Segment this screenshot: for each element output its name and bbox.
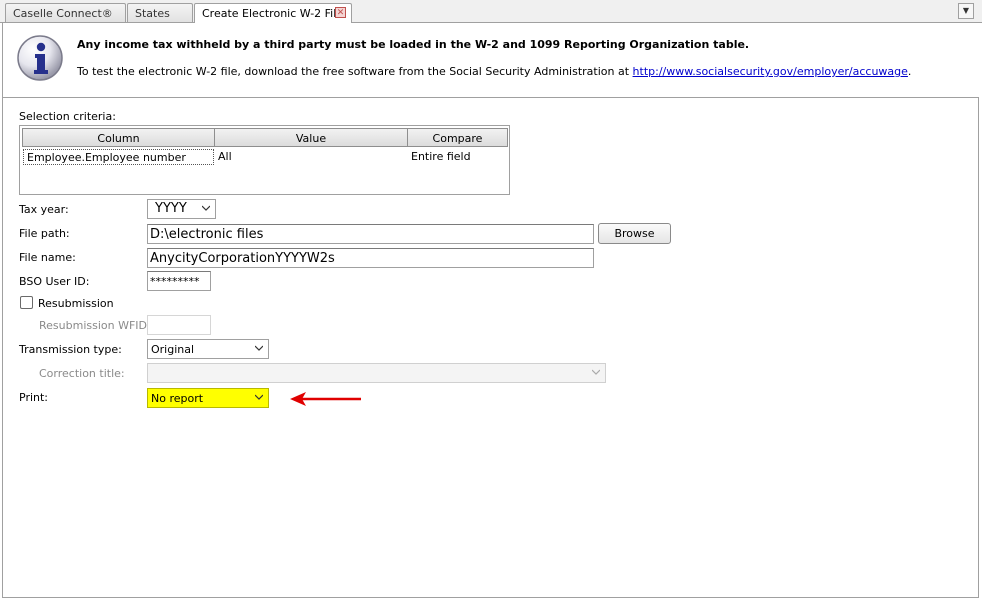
- bso-user-id-input[interactable]: *********: [147, 271, 211, 291]
- resubmission-checkbox[interactable]: [20, 296, 33, 309]
- banner-warning-text: Any income tax withheld by a third party…: [77, 38, 750, 51]
- selection-criteria-label: Selection criteria:: [19, 110, 116, 123]
- tab-states[interactable]: States: [127, 3, 193, 22]
- selection-criteria-grid[interactable]: Column Value Compare Employee.Employee n…: [19, 125, 510, 195]
- grid-cell-column[interactable]: Employee.Employee number: [23, 149, 214, 165]
- info-icon: [17, 35, 63, 81]
- transmission-type-select[interactable]: Original: [147, 339, 269, 359]
- chevron-down-icon: [255, 345, 263, 351]
- tab-label: Caselle Connect®: [13, 7, 113, 20]
- close-icon[interactable]: ✕: [335, 7, 346, 18]
- correction-title-label: Correction title:: [39, 367, 125, 380]
- file-path-input[interactable]: D:\electronic files: [147, 224, 594, 244]
- tab-label: States: [135, 7, 170, 20]
- red-arrow-annotation: [290, 392, 361, 406]
- chevron-down-icon: [255, 394, 263, 400]
- file-name-input[interactable]: AnycityCorporationYYYYW2s: [147, 248, 594, 268]
- resubmission-label[interactable]: Resubmission: [38, 297, 114, 310]
- banner-text-prefix: To test the electronic W-2 file, downloa…: [77, 65, 633, 78]
- tab-list-dropdown-icon[interactable]: ▼: [958, 3, 974, 19]
- file-path-label: File path:: [19, 227, 70, 240]
- resubmission-wfid-input[interactable]: [147, 315, 211, 335]
- transmission-type-value: Original: [151, 343, 195, 356]
- tab-create-electronic-w2-file[interactable]: Create Electronic W-2 File ✕: [194, 3, 352, 23]
- tax-year-value: YYYY: [155, 201, 187, 216]
- banner-text-suffix: .: [907, 65, 912, 78]
- tab-bar: Caselle Connect® States Create Electroni…: [0, 0, 982, 23]
- resubmission-wfid-label: Resubmission WFID:: [39, 319, 151, 332]
- print-value: No report: [151, 392, 204, 405]
- panel-frame: [2, 22, 979, 598]
- chevron-down-icon: [202, 205, 210, 211]
- grid-header-compare[interactable]: Compare: [407, 128, 508, 147]
- print-select[interactable]: No report: [147, 388, 269, 408]
- bso-user-id-label: BSO User ID:: [19, 275, 90, 288]
- grid-cell-value[interactable]: All: [215, 149, 405, 165]
- tax-year-label: Tax year:: [19, 203, 69, 216]
- correction-title-select[interactable]: [147, 363, 606, 383]
- tax-year-select[interactable]: YYYY: [147, 199, 216, 219]
- file-name-label: File name:: [19, 251, 76, 264]
- tab-label: Create Electronic W-2 File: [202, 7, 344, 20]
- grid-cell-compare[interactable]: Entire field: [408, 149, 508, 165]
- browse-button[interactable]: Browse: [598, 223, 671, 244]
- info-banner: Any income tax withheld by a third party…: [3, 23, 979, 98]
- grid-header-value[interactable]: Value: [214, 128, 408, 147]
- transmission-type-label: Transmission type:: [19, 343, 122, 356]
- print-label: Print:: [19, 391, 49, 404]
- chevron-down-icon: [592, 369, 600, 375]
- banner-info-text: To test the electronic W-2 file, downloa…: [77, 65, 911, 78]
- tab-caselle-connect[interactable]: Caselle Connect®: [5, 3, 126, 22]
- grid-header-column[interactable]: Column: [22, 128, 215, 147]
- accuwage-link[interactable]: http://www.socialsecurity.gov/employer/a…: [633, 65, 908, 78]
